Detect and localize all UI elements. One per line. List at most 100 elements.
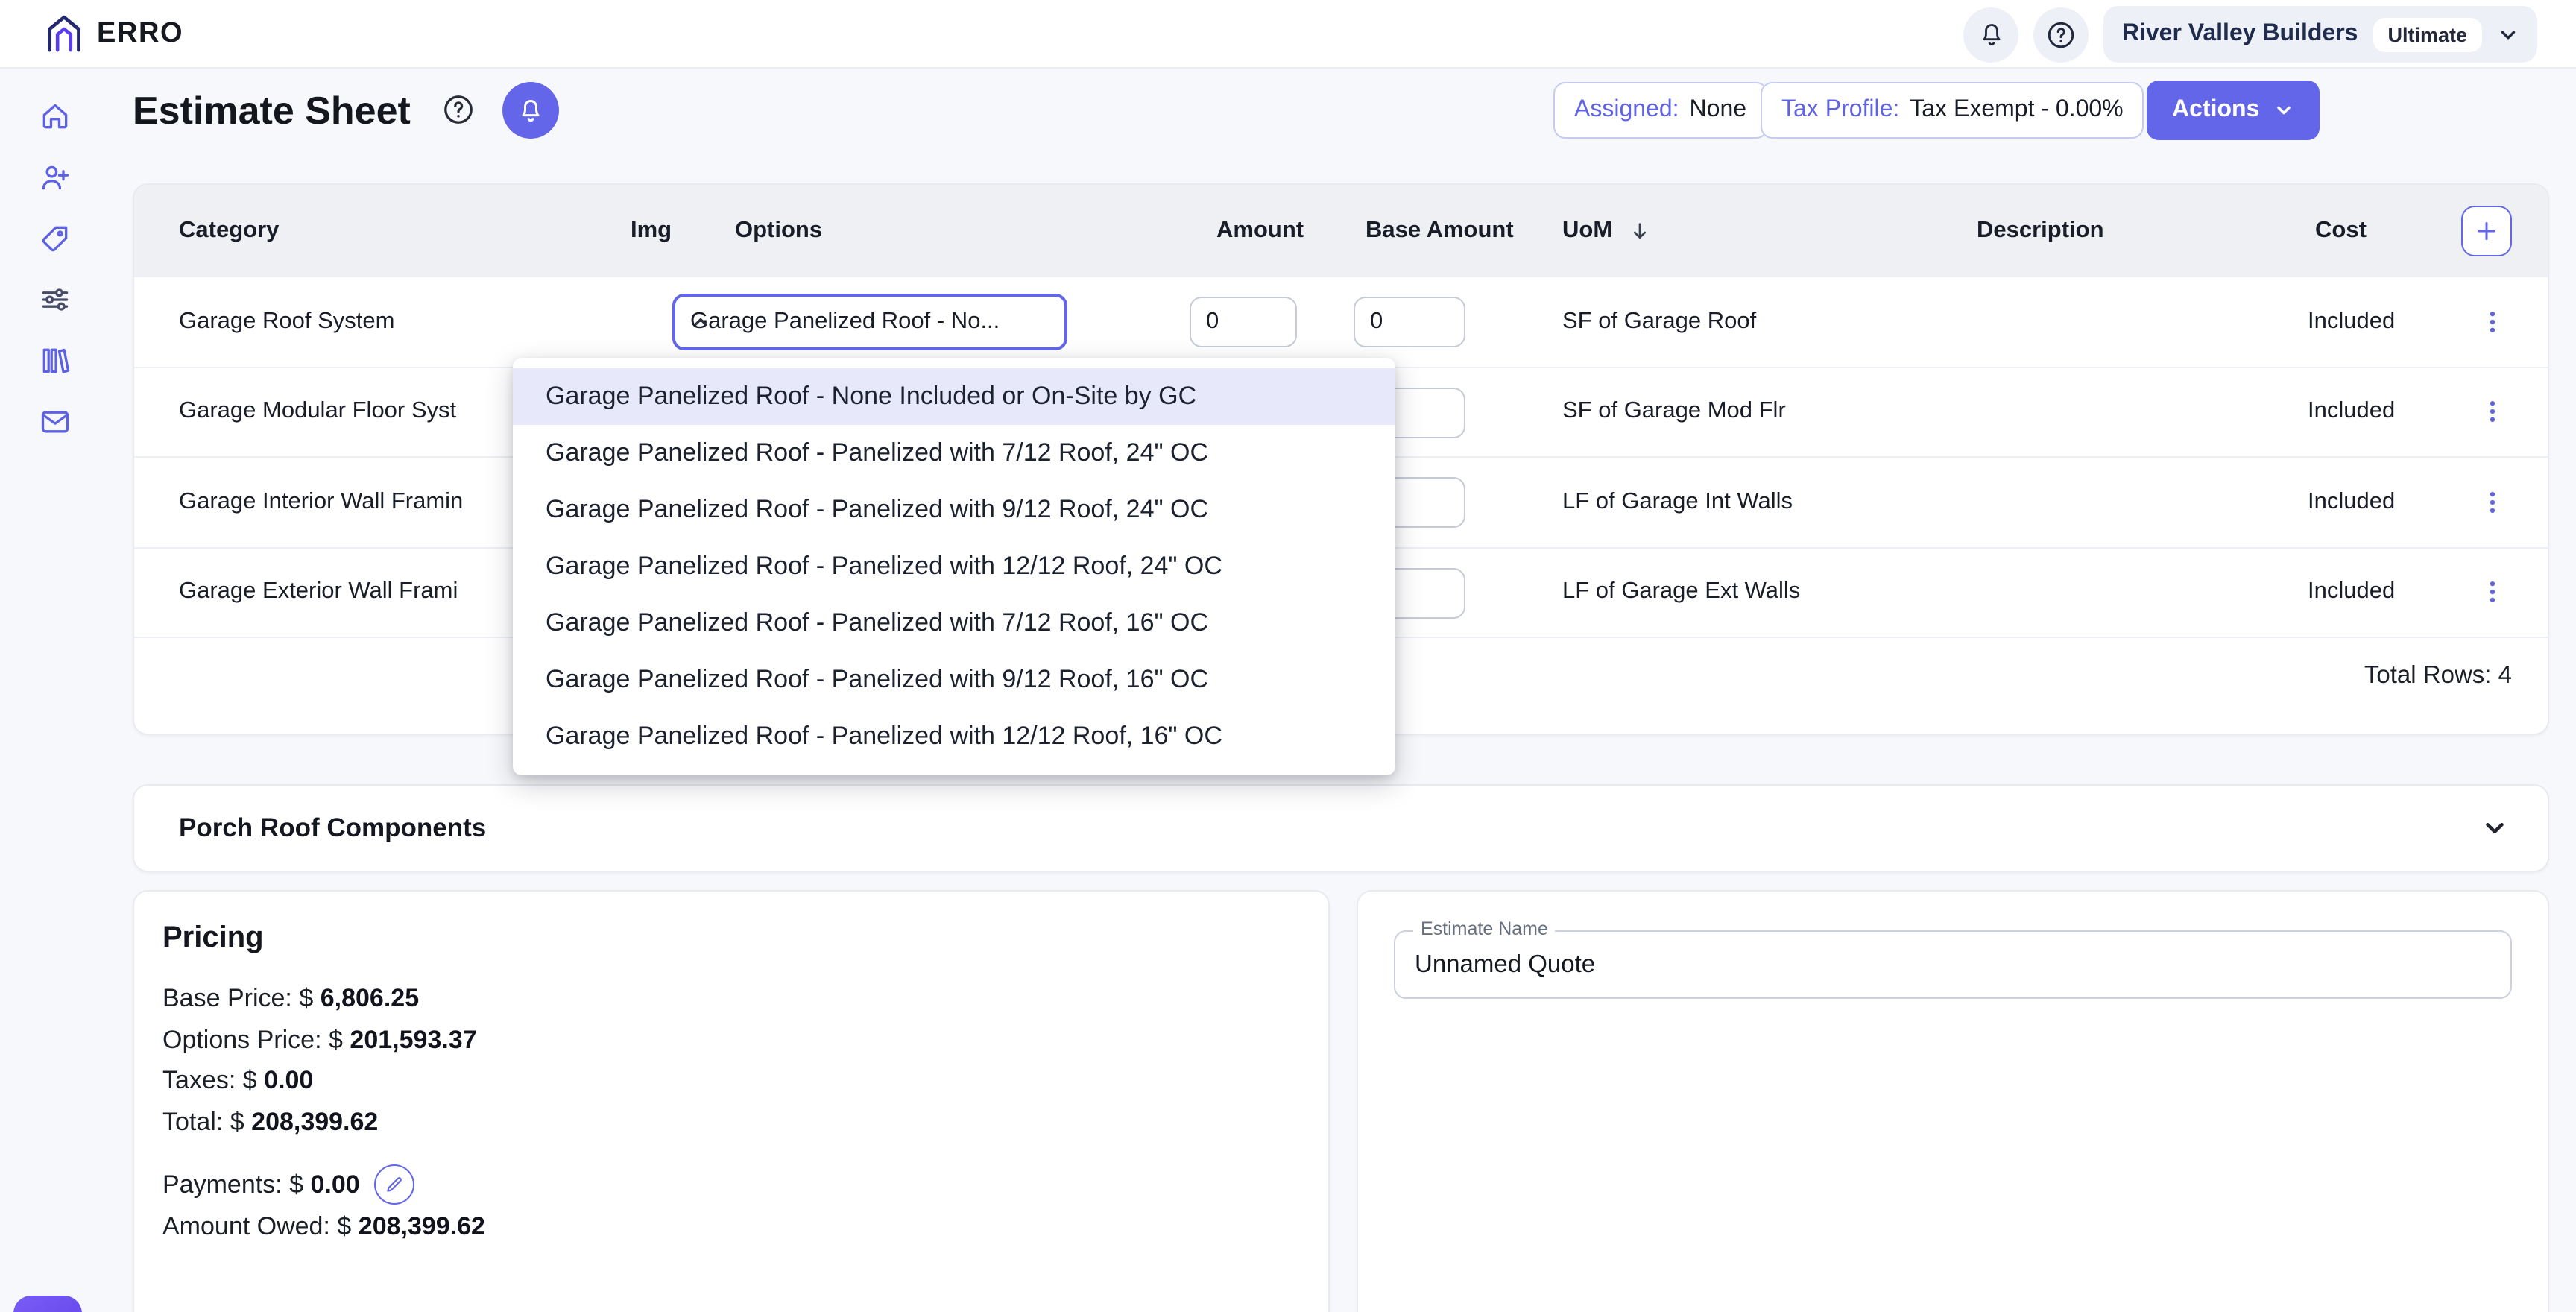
- column-header-base-amount: Base Amount: [1366, 218, 1514, 245]
- row-menu-button[interactable]: [2472, 391, 2513, 433]
- actions-button-label: Actions: [2172, 97, 2259, 124]
- sidebar-item-library[interactable]: [39, 344, 72, 377]
- tax-profile-value: Tax Exempt - 0.00%: [1910, 97, 2123, 124]
- sidebar-item-options-sliders[interactable]: [39, 283, 72, 316]
- column-header-options: Options: [735, 218, 822, 245]
- price-label: Taxes:: [162, 1066, 236, 1094]
- row-menu-button[interactable]: [2472, 482, 2513, 523]
- column-header-amount: Amount: [1216, 218, 1304, 245]
- brand-house-logo-icon: [42, 12, 86, 57]
- price-value: 201,593.37: [350, 1025, 476, 1053]
- row-category: Garage Exterior Wall Frami: [179, 579, 458, 606]
- tax-profile-selector[interactable]: Tax Profile: Tax Exempt - 0.00%: [1761, 82, 2144, 139]
- plus-icon: [2473, 218, 2500, 245]
- currency-symbol: $: [230, 1107, 244, 1135]
- estimate-name-field: Estimate Name: [1394, 930, 2512, 999]
- dropdown-option[interactable]: Garage Panelized Roof - Panelized with 7…: [513, 425, 1395, 482]
- app-root: ERRO: [0, 0, 2576, 1312]
- sidebar-item-add-user[interactable]: [39, 161, 72, 194]
- pricing-title: Pricing: [162, 921, 1328, 956]
- row-category: Garage Interior Wall Framin: [179, 489, 463, 516]
- topbar: ERRO: [0, 0, 2576, 69]
- options-select-value: Garage Panelized Roof - No...: [690, 309, 1000, 335]
- add-row-button[interactable]: [2461, 206, 2512, 256]
- row-menu-button[interactable]: [2472, 301, 2513, 343]
- actions-button[interactable]: Actions: [2147, 81, 2319, 140]
- dropdown-option[interactable]: Garage Panelized Roof - Panelized with 9…: [513, 652, 1395, 708]
- currency-symbol: $: [289, 1170, 303, 1199]
- row-menu-button[interactable]: [2472, 572, 2513, 614]
- dropdown-option[interactable]: Garage Panelized Roof - Panelized with 1…: [513, 538, 1395, 595]
- assigned-selector[interactable]: Assigned: None: [1553, 82, 1767, 139]
- assigned-value: None: [1690, 97, 1747, 124]
- chevron-up-icon: [690, 312, 711, 332]
- price-label: Amount Owed:: [162, 1211, 330, 1240]
- tax-profile-label: Tax Profile:: [1781, 97, 1899, 124]
- estimate-name-label: Estimate Name: [1413, 918, 1556, 939]
- row-uom: SF of Garage Mod Flr: [1562, 399, 1786, 426]
- price-value: 208,399.62: [251, 1107, 378, 1135]
- row-cost: Included: [2308, 399, 2395, 426]
- amount-input[interactable]: [1190, 297, 1297, 347]
- estimate-name-input[interactable]: [1395, 932, 2510, 997]
- column-header-uom: UoM: [1562, 218, 1612, 245]
- price-label: Payments: $ 0.00: [162, 1164, 360, 1205]
- amount-owed-line: Amount Owed: $ 208,399.62: [162, 1205, 1328, 1246]
- sidebar-item-home[interactable]: [39, 100, 72, 133]
- brand-name: ERRO: [97, 18, 183, 51]
- page-help-button[interactable]: [441, 92, 476, 127]
- brand[interactable]: ERRO: [42, 0, 183, 69]
- column-header-img: Img: [631, 218, 672, 245]
- options-select[interactable]: Garage Panelized Roof - No...: [672, 294, 1067, 350]
- column-header-category: Category: [179, 218, 279, 245]
- dropdown-option[interactable]: Garage Panelized Roof - None Included or…: [513, 368, 1395, 425]
- bell-icon: [516, 95, 546, 125]
- currency-symbol: $: [299, 984, 313, 1012]
- dropdown-option[interactable]: Garage Panelized Roof - Panelized with 7…: [513, 595, 1395, 652]
- sort-descending-icon[interactable]: [1628, 219, 1652, 243]
- taxes-line: Taxes: $ 0.00: [162, 1060, 1328, 1101]
- currency-symbol: $: [329, 1025, 343, 1053]
- price-label: Options Price:: [162, 1025, 322, 1053]
- chat-widget-button[interactable]: [13, 1296, 82, 1312]
- help-button[interactable]: [2034, 7, 2089, 62]
- total-line: Total: $ 208,399.62: [162, 1101, 1328, 1142]
- payments-value: 0.00: [311, 1170, 360, 1199]
- currency-symbol: $: [337, 1211, 351, 1240]
- base-amount-input[interactable]: [1354, 297, 1465, 347]
- price-label: Base Price:: [162, 984, 292, 1012]
- currency-symbol: $: [243, 1066, 257, 1094]
- row-category: Garage Modular Floor Syst: [179, 399, 456, 426]
- price-label: Total:: [162, 1107, 223, 1135]
- sidebar-item-pricing-tags[interactable]: [39, 222, 72, 255]
- row-cost: Included: [2308, 309, 2395, 335]
- payments-label: Payments:: [162, 1170, 282, 1199]
- column-header-description: Description: [1977, 218, 2104, 245]
- org-switcher[interactable]: River Valley Builders Ultimate: [2104, 6, 2537, 63]
- dropdown-option[interactable]: Garage Panelized Roof - Panelized with 9…: [513, 482, 1395, 538]
- table-header-row: Category Img Options Amount Base Amount …: [134, 185, 2548, 277]
- sidebar-item-messages[interactable]: [39, 406, 72, 438]
- total-rows-label: Total Rows: 4: [2364, 662, 2512, 690]
- question-icon: [2046, 19, 2077, 50]
- table-row: Garage Roof System Garage Panelized Roof…: [134, 277, 2548, 368]
- row-uom: LF of Garage Int Walls: [1562, 489, 1793, 516]
- row-cost: Included: [2308, 489, 2395, 516]
- edit-payments-button[interactable]: [375, 1165, 415, 1205]
- chevron-down-icon: [2497, 23, 2519, 45]
- page-notifications-button[interactable]: [502, 82, 559, 139]
- price-value: 208,399.62: [359, 1211, 485, 1240]
- row-cost: Included: [2308, 579, 2395, 606]
- row-uom: LF of Garage Ext Walls: [1562, 579, 1800, 606]
- org-name: River Valley Builders: [2122, 21, 2358, 48]
- options-price-line: Options Price: $ 201,593.37: [162, 1019, 1328, 1060]
- porch-roof-section-header[interactable]: Porch Roof Components: [133, 784, 2549, 872]
- page-title: Estimate Sheet: [133, 88, 411, 134]
- estimate-details-card: Estimate Name: [1357, 890, 2549, 1312]
- dropdown-option[interactable]: Garage Panelized Roof - Panelized with 1…: [513, 708, 1395, 765]
- notifications-button[interactable]: [1964, 7, 2019, 62]
- options-dropdown-menu: Garage Panelized Roof - None Included or…: [513, 358, 1395, 775]
- base-price-line: Base Price: $ 6,806.25: [162, 978, 1328, 1019]
- row-category: Garage Roof System: [179, 309, 394, 335]
- pencil-icon: [385, 1176, 405, 1195]
